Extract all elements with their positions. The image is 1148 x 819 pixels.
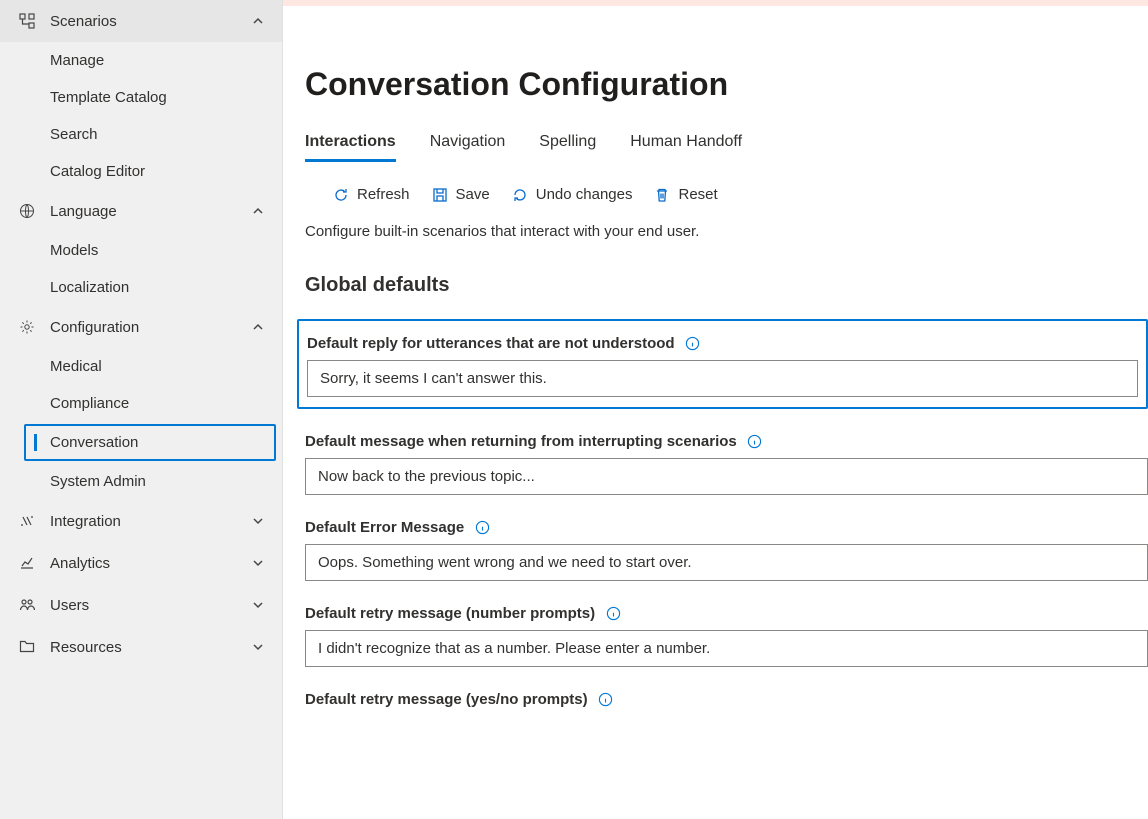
nav-header-resources[interactable]: Resources bbox=[0, 626, 282, 668]
nav-section-configuration: Configuration Medical Compliance Convers… bbox=[0, 306, 282, 500]
field-label: Default message when returning from inte… bbox=[305, 433, 1148, 450]
integration-icon bbox=[18, 512, 36, 530]
tab-interactions[interactable]: Interactions bbox=[305, 133, 396, 162]
field-label-text: Default retry message (yes/no prompts) bbox=[305, 691, 588, 708]
field-label-text: Default Error Message bbox=[305, 519, 464, 536]
return-message-input[interactable] bbox=[305, 458, 1148, 495]
chevron-down-icon bbox=[252, 515, 264, 527]
sidebar: Scenarios Manage Template Catalog Search… bbox=[0, 0, 283, 819]
nav-label: Scenarios bbox=[50, 13, 252, 30]
language-icon bbox=[18, 202, 36, 220]
refresh-icon bbox=[333, 187, 349, 203]
page-title: Conversation Configuration bbox=[305, 66, 1148, 103]
reset-button[interactable]: Reset bbox=[654, 186, 717, 203]
save-label: Save bbox=[456, 186, 490, 203]
nav-header-scenarios[interactable]: Scenarios bbox=[0, 0, 282, 42]
tab-human-handoff[interactable]: Human Handoff bbox=[630, 133, 742, 162]
refresh-label: Refresh bbox=[357, 186, 410, 203]
nav-header-language[interactable]: Language bbox=[0, 190, 282, 232]
field-label: Default Error Message bbox=[305, 519, 1148, 536]
tab-navigation[interactable]: Navigation bbox=[430, 133, 506, 162]
analytics-icon bbox=[18, 554, 36, 572]
refresh-button[interactable]: Refresh bbox=[333, 186, 410, 203]
retry-number-input[interactable] bbox=[305, 630, 1148, 667]
tab-spelling[interactable]: Spelling bbox=[539, 133, 596, 162]
nav-item-models[interactable]: Models bbox=[0, 232, 282, 269]
chevron-up-icon bbox=[252, 15, 264, 27]
save-button[interactable]: Save bbox=[432, 186, 490, 203]
nav-header-integration[interactable]: Integration bbox=[0, 500, 282, 542]
nav-header-analytics[interactable]: Analytics bbox=[0, 542, 282, 584]
nav-item-search[interactable]: Search bbox=[0, 116, 282, 153]
users-icon bbox=[18, 596, 36, 614]
info-icon[interactable] bbox=[605, 606, 621, 622]
undo-button[interactable]: Undo changes bbox=[512, 186, 633, 203]
error-message-input[interactable] bbox=[305, 544, 1148, 581]
field-label: Default retry message (yes/no prompts) bbox=[305, 691, 1148, 708]
nav-header-configuration[interactable]: Configuration bbox=[0, 306, 282, 348]
info-icon[interactable] bbox=[474, 520, 490, 536]
info-icon[interactable] bbox=[685, 336, 701, 352]
field-label: Default reply for utterances that are no… bbox=[307, 335, 1138, 352]
undo-icon bbox=[512, 187, 528, 203]
chevron-down-icon bbox=[252, 599, 264, 611]
gear-icon bbox=[18, 318, 36, 336]
main-content: Conversation Configuration Interactions … bbox=[283, 0, 1148, 819]
nav-label: Configuration bbox=[50, 319, 252, 336]
field-error-message: Default Error Message bbox=[305, 519, 1148, 581]
nav-label: Analytics bbox=[50, 555, 252, 572]
field-label-text: Default message when returning from inte… bbox=[305, 433, 737, 450]
field-return-message: Default message when returning from inte… bbox=[305, 433, 1148, 495]
nav-section-integration: Integration bbox=[0, 500, 282, 542]
nav-item-catalog-editor[interactable]: Catalog Editor bbox=[0, 153, 282, 190]
nav-label: Resources bbox=[50, 639, 252, 656]
nav-item-system-admin[interactable]: System Admin bbox=[0, 463, 282, 500]
save-icon bbox=[432, 187, 448, 203]
trash-icon bbox=[654, 187, 670, 203]
nav-section-scenarios: Scenarios Manage Template Catalog Search… bbox=[0, 0, 282, 190]
field-label-text: Default reply for utterances that are no… bbox=[307, 335, 675, 352]
info-icon[interactable] bbox=[598, 692, 614, 708]
nav-section-language: Language Models Localization bbox=[0, 190, 282, 306]
folder-icon bbox=[18, 638, 36, 656]
nav-item-template-catalog[interactable]: Template Catalog bbox=[0, 79, 282, 116]
field-label-text: Default retry message (number prompts) bbox=[305, 605, 595, 622]
field-default-reply: Default reply for utterances that are no… bbox=[297, 319, 1148, 409]
nav-item-manage[interactable]: Manage bbox=[0, 42, 282, 79]
nav-item-localization[interactable]: Localization bbox=[0, 269, 282, 306]
nav-label: Integration bbox=[50, 513, 252, 530]
nav-item-compliance[interactable]: Compliance bbox=[0, 385, 282, 422]
chevron-up-icon bbox=[252, 321, 264, 333]
undo-label: Undo changes bbox=[536, 186, 633, 203]
nav-section-analytics: Analytics bbox=[0, 542, 282, 584]
nav-section-users: Users bbox=[0, 584, 282, 626]
chevron-down-icon bbox=[252, 641, 264, 653]
section-title: Global defaults bbox=[305, 274, 1148, 297]
reset-label: Reset bbox=[678, 186, 717, 203]
chevron-down-icon bbox=[252, 557, 264, 569]
default-reply-input[interactable] bbox=[307, 360, 1138, 397]
chevron-up-icon bbox=[252, 205, 264, 217]
tabs: Interactions Navigation Spelling Human H… bbox=[305, 133, 1148, 162]
nav-item-conversation[interactable]: Conversation bbox=[24, 424, 276, 461]
scenarios-icon bbox=[18, 12, 36, 30]
nav-label: Language bbox=[50, 203, 252, 220]
nav-header-users[interactable]: Users bbox=[0, 584, 282, 626]
page-description: Configure built-in scenarios that intera… bbox=[305, 223, 1148, 240]
nav-label: Users bbox=[50, 597, 252, 614]
field-retry-yesno: Default retry message (yes/no prompts) bbox=[305, 691, 1148, 708]
field-retry-number: Default retry message (number prompts) bbox=[305, 605, 1148, 667]
nav-section-resources: Resources bbox=[0, 626, 282, 668]
field-label: Default retry message (number prompts) bbox=[305, 605, 1148, 622]
nav-item-medical[interactable]: Medical bbox=[0, 348, 282, 385]
toolbar: Refresh Save Undo changes Reset bbox=[305, 176, 1148, 223]
info-icon[interactable] bbox=[747, 434, 763, 450]
